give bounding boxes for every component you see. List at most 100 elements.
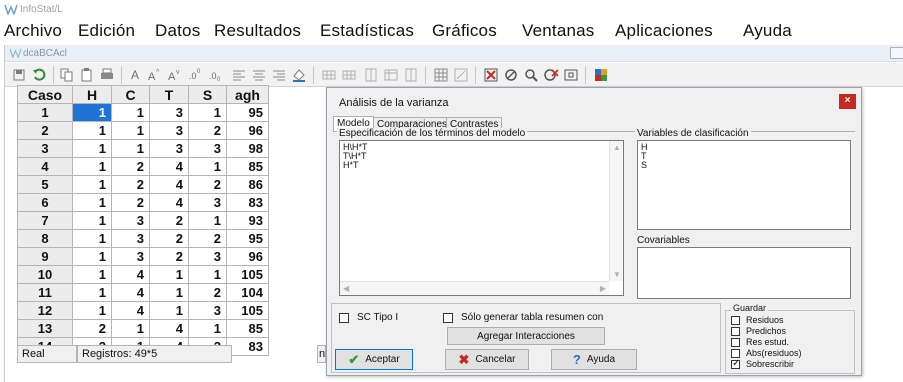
cell-c[interactable]: 3 <box>111 247 150 266</box>
scroll-down-icon[interactable]: ▼ <box>613 270 621 279</box>
menu-aplicaciones[interactable]: Aplicaciones <box>615 21 713 41</box>
window-restore-button[interactable] <box>890 47 903 59</box>
cell-t[interactable]: 4 <box>149 175 189 194</box>
guardar-checkbox[interactable]: Predichos <box>731 326 786 336</box>
cell-h[interactable]: 1 <box>72 283 112 302</box>
cell-c[interactable]: 4 <box>111 283 150 302</box>
column-header-h[interactable]: H <box>72 85 112 104</box>
menu-graficos[interactable]: Gráficos <box>432 21 497 41</box>
cell-h[interactable]: 1 <box>72 175 112 194</box>
checkbox-box[interactable] <box>443 312 453 323</box>
cell-caso[interactable]: 5 <box>17 175 73 194</box>
cell-agh[interactable]: 83 <box>226 193 269 212</box>
guardar-checkbox[interactable]: Residuos <box>731 315 784 325</box>
cell-agh[interactable]: 104 <box>226 283 269 302</box>
filter-icon[interactable] <box>503 67 519 83</box>
cell-h[interactable]: 1 <box>72 157 112 176</box>
fill-color-icon[interactable] <box>291 67 307 83</box>
menu-estadisticas[interactable]: Estadísticas <box>320 21 414 41</box>
palette-icon[interactable] <box>593 67 609 83</box>
menu-edicion[interactable]: Edición <box>78 21 135 41</box>
cell-h[interactable]: 1 <box>72 211 112 230</box>
column-header-agh[interactable]: agh <box>226 85 269 104</box>
cell-caso[interactable]: 4 <box>17 157 73 176</box>
cell-t[interactable]: 1 <box>149 283 189 302</box>
scroll-left-icon[interactable]: ◀ <box>343 284 349 293</box>
close-icon[interactable]: × <box>839 94 856 109</box>
cell-c[interactable]: 3 <box>111 229 150 248</box>
cell-h[interactable]: 1 <box>72 247 112 266</box>
cell-agh[interactable]: 96 <box>226 121 269 140</box>
add-interactions-button[interactable]: Agregar Interacciones <box>447 327 605 345</box>
align-right-icon[interactable] <box>271 67 287 83</box>
cell-t[interactable]: 1 <box>149 301 189 320</box>
cell-caso[interactable]: 3 <box>17 139 73 158</box>
table-icon[interactable] <box>383 67 399 83</box>
menu-ayuda[interactable]: Ayuda <box>743 21 792 41</box>
menu-ventanas[interactable]: Ventanas <box>522 21 595 41</box>
guardar-checkbox[interactable]: Sobrescribir <box>731 358 794 369</box>
refresh-icon[interactable] <box>31 67 47 83</box>
cell-t[interactable]: 2 <box>149 247 189 266</box>
cell-s[interactable]: 2 <box>188 283 227 302</box>
cell-caso[interactable]: 12 <box>17 301 73 320</box>
list-item[interactable]: T <box>641 152 847 161</box>
cell-c[interactable]: 1 <box>111 139 150 158</box>
checkbox-box[interactable] <box>731 348 740 358</box>
guardar-checkbox[interactable]: Res estud. <box>731 337 789 347</box>
horizontal-scrollbar[interactable]: ◀ ▶ <box>340 281 609 295</box>
cell-t[interactable]: 4 <box>149 319 189 338</box>
cell-caso[interactable]: 2 <box>17 121 73 140</box>
cell-caso[interactable]: 7 <box>17 211 73 230</box>
clear-selection-icon[interactable] <box>483 67 499 83</box>
cell-c[interactable]: 1 <box>111 103 150 122</box>
sc-tipo-checkbox[interactable]: SC Tipo I <box>339 312 398 323</box>
cell-caso[interactable]: 6 <box>17 193 73 212</box>
cell-caso[interactable]: 10 <box>17 265 73 284</box>
cell-s[interactable]: 2 <box>188 121 227 140</box>
cell-caso[interactable]: 8 <box>17 229 73 248</box>
list-item[interactable]: S <box>641 161 847 170</box>
save-icon[interactable] <box>11 67 27 83</box>
delete-column-icon[interactable] <box>403 67 419 83</box>
cell-c[interactable]: 4 <box>111 301 150 320</box>
copy-icon[interactable] <box>59 67 75 83</box>
model-terms-textarea[interactable]: H\H*T T\H*T H*T ▲ ▼ ◀ ▶ <box>339 140 624 296</box>
cell-agh[interactable]: 85 <box>226 319 269 338</box>
checkbox-box[interactable] <box>339 312 349 323</box>
cell-s[interactable]: 1 <box>188 319 227 338</box>
paste-icon[interactable] <box>79 67 95 83</box>
cell-s[interactable]: 1 <box>188 103 227 122</box>
find-icon[interactable] <box>523 67 539 83</box>
cell-t[interactable]: 2 <box>149 229 189 248</box>
cell-s[interactable]: 3 <box>188 247 227 266</box>
cell-s[interactable]: 1 <box>188 265 227 284</box>
cell-c[interactable]: 2 <box>111 193 150 212</box>
cell-s[interactable]: 3 <box>188 301 227 320</box>
font-decrease-icon[interactable]: Av <box>167 67 183 83</box>
checkbox-box[interactable] <box>731 315 740 325</box>
covariables-list[interactable] <box>637 247 851 299</box>
class-vars-list[interactable]: H T S <box>637 140 851 230</box>
cell-agh[interactable]: 83 <box>226 337 269 356</box>
window-icon[interactable] <box>563 67 579 83</box>
cell-agh[interactable]: 96 <box>226 247 269 266</box>
menu-archivo[interactable]: Archivo <box>4 21 62 41</box>
cell-c[interactable]: 4 <box>111 265 150 284</box>
checkbox-box[interactable] <box>731 337 740 347</box>
cell-c[interactable]: 3 <box>111 211 150 230</box>
cell-s[interactable]: 3 <box>188 193 227 212</box>
cell-t[interactable]: 3 <box>149 139 189 158</box>
cell-h[interactable]: 1 <box>72 121 112 140</box>
align-left-icon[interactable] <box>231 67 247 83</box>
cell-t[interactable]: 1 <box>149 265 189 284</box>
scroll-right-icon[interactable]: ▶ <box>600 284 606 293</box>
cell-s[interactable]: 1 <box>188 157 227 176</box>
menu-datos[interactable]: Datos <box>155 21 200 41</box>
cell-c[interactable]: 1 <box>111 121 150 140</box>
cell-agh[interactable]: 105 <box>226 301 269 320</box>
cell-h[interactable]: 1 <box>72 103 112 122</box>
delete-rows-icon[interactable] <box>341 67 357 83</box>
decimals-decrease-icon[interactable]: .0 0 <box>209 67 225 83</box>
cell-t[interactable]: 2 <box>149 211 189 230</box>
